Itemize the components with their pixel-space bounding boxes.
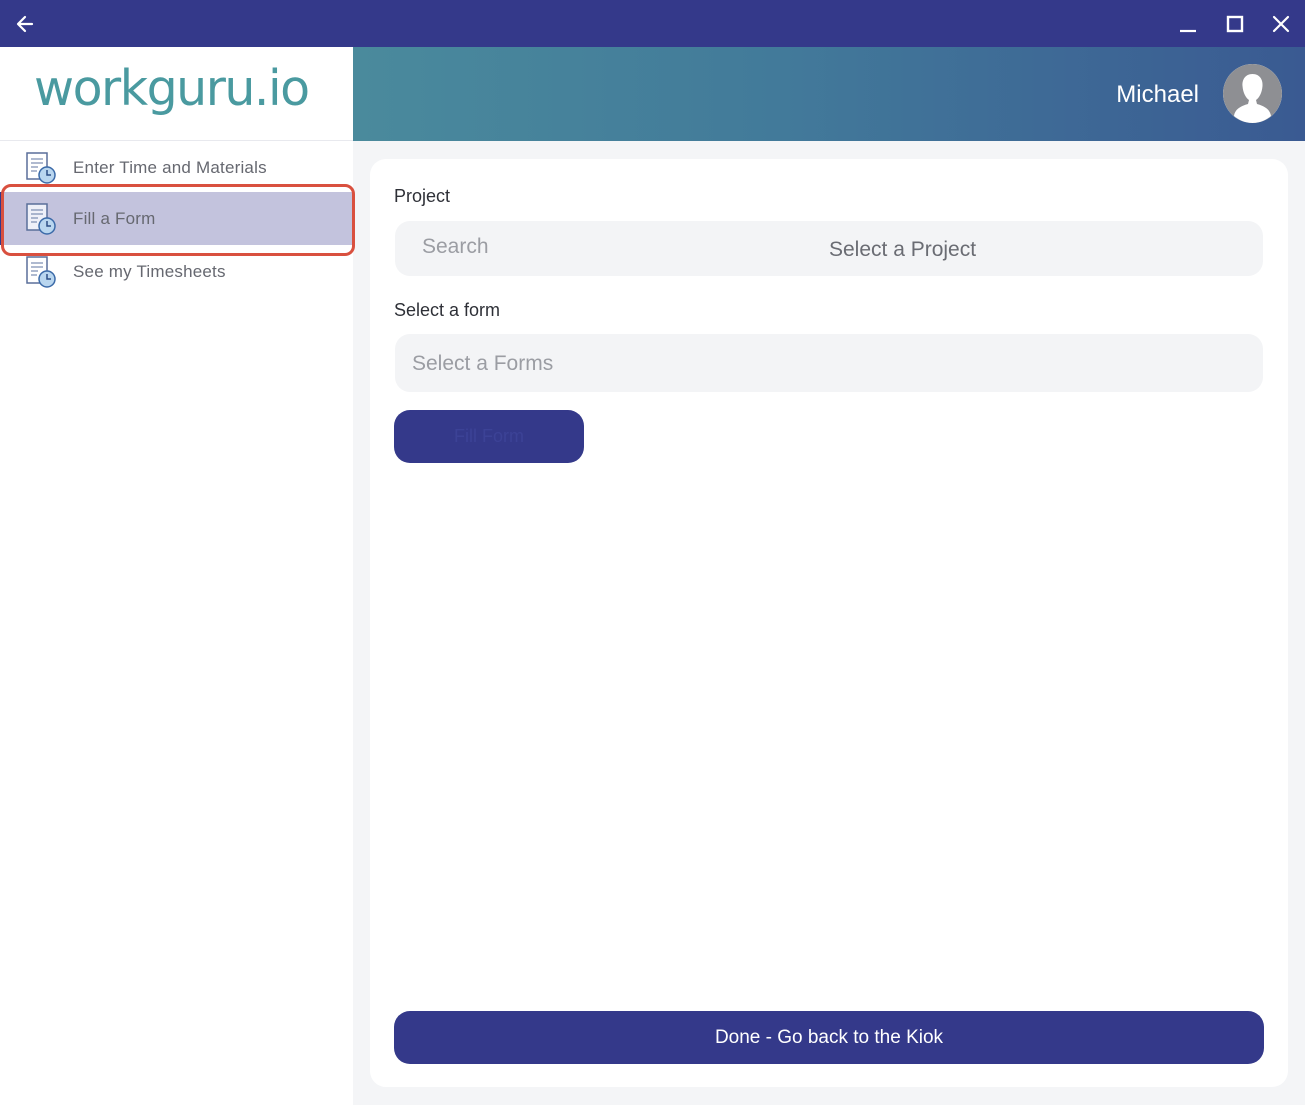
project-search-input[interactable]: Search <box>422 235 489 259</box>
sidebar-item-see-my-timesheets[interactable]: See my Timesheets <box>0 245 353 298</box>
close-button[interactable] <box>1258 0 1304 47</box>
maximize-icon <box>1226 15 1244 32</box>
form-select[interactable]: Select a Forms <box>395 334 1263 392</box>
project-select-value: Select a Project <box>829 238 977 261</box>
avatar[interactable] <box>1223 64 1282 123</box>
sidebar-item-label: Fill a Form <box>73 208 156 228</box>
timesheet-clock-icon <box>26 256 56 288</box>
logo-area: workguru.io <box>0 47 353 141</box>
minimize-button[interactable] <box>1165 0 1211 47</box>
user-avatar-icon <box>1223 64 1282 123</box>
form-select-placeholder: Select a Forms <box>412 352 554 375</box>
header-bar: Michael <box>353 47 1305 141</box>
timesheet-clock-icon <box>26 203 56 235</box>
minimize-icon <box>1180 29 1196 32</box>
arrow-left-icon <box>16 15 34 32</box>
project-label: Project <box>394 186 451 206</box>
timesheet-clock-icon <box>26 152 56 184</box>
sidebar-item-fill-a-form[interactable]: Fill a Form <box>0 192 353 245</box>
user-name: Michael <box>1116 81 1199 108</box>
app-logo: workguru.io <box>34 60 310 117</box>
form-card: Project Search Select a Project Select a… <box>370 159 1288 1087</box>
project-select[interactable]: Search Select a Project <box>395 221 1263 276</box>
title-bar <box>0 0 1305 47</box>
maximize-button[interactable] <box>1212 0 1258 47</box>
back-button[interactable] <box>2 0 48 47</box>
done-go-back-button[interactable]: Done - Go back to the Kiok <box>394 1011 1264 1064</box>
sidebar-item-enter-time-and-materials[interactable]: Enter Time and Materials <box>0 141 353 194</box>
form-label: Select a form <box>394 300 501 320</box>
fill-form-button[interactable]: Fill Form <box>394 410 584 463</box>
close-icon <box>1272 15 1290 32</box>
sidebar-item-label: Enter Time and Materials <box>73 157 267 177</box>
sidebar-item-label: See my Timesheets <box>73 261 226 281</box>
sidebar: workguru.io Enter Time and Materials Fil… <box>0 47 355 1105</box>
